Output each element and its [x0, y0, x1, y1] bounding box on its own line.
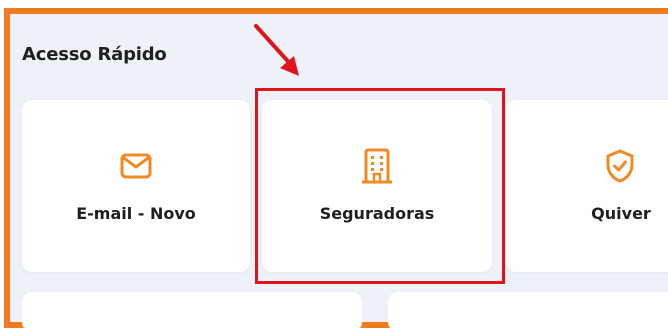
quick-access-card-email[interactable]: E-mail - Novo: [22, 100, 250, 272]
card-label-quiver: Quiver: [591, 204, 651, 223]
card-label-email: E-mail - Novo: [76, 204, 196, 223]
quick-access-card-lower-right[interactable]: [388, 292, 668, 332]
mail-icon: [116, 146, 156, 186]
quick-access-card-quiver[interactable]: Quiver: [506, 100, 668, 272]
section-title: Acesso Rápido: [22, 44, 167, 65]
quick-access-card-seguradoras[interactable]: Seguradoras: [262, 100, 492, 272]
building-icon: [357, 146, 397, 186]
card-label-seguradoras: Seguradoras: [319, 204, 435, 223]
shield-check-icon: [600, 146, 640, 186]
quick-access-card-lower-left[interactable]: [22, 292, 362, 332]
